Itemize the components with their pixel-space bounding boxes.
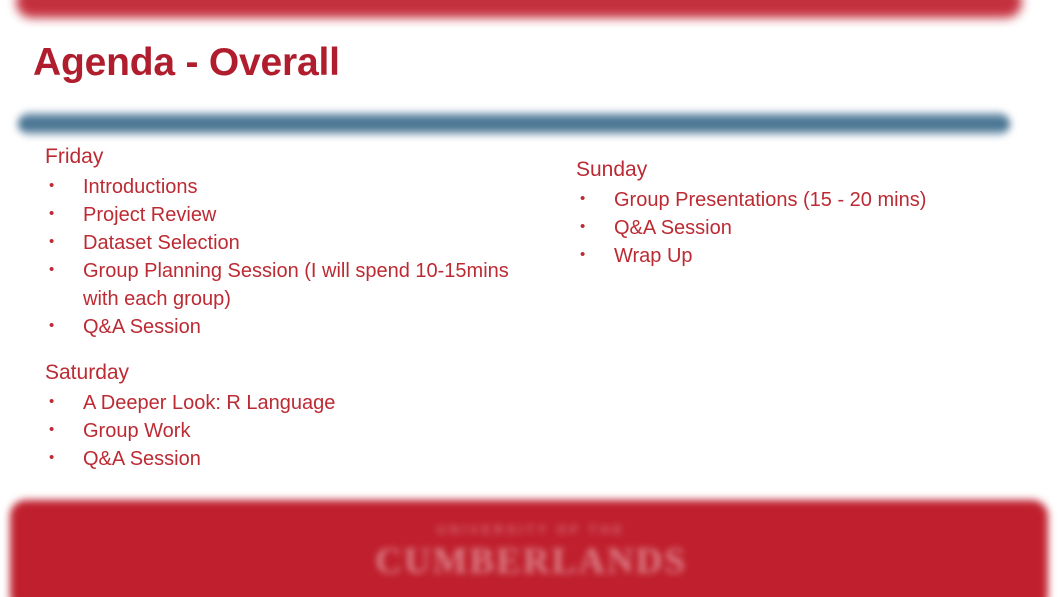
agenda-list-friday: Introductions Project Review Dataset Sel…	[45, 172, 515, 341]
list-item: Group Presentations (15 - 20 mins)	[576, 185, 1016, 214]
agenda-list-sunday: Group Presentations (15 - 20 mins) Q&A S…	[576, 185, 1016, 270]
title-divider-bar	[18, 113, 1010, 135]
list-item: Group Planning Session (I will spend 10-…	[45, 256, 515, 313]
list-item: Introductions	[45, 172, 515, 201]
footer-band	[10, 500, 1048, 597]
slide-canvas: Agenda - Overall Friday Introductions Pr…	[0, 0, 1062, 597]
list-item: Project Review	[45, 200, 515, 229]
page-title: Agenda - Overall	[33, 41, 340, 84]
list-item: Q&A Session	[576, 213, 1016, 242]
list-item: Q&A Session	[45, 312, 515, 341]
list-item: Wrap Up	[576, 241, 1016, 270]
list-item: Dataset Selection	[45, 228, 515, 257]
list-item: A Deeper Look: R Language	[45, 388, 515, 417]
list-item: Q&A Session	[45, 444, 515, 473]
agenda-column-left: Friday Introductions Project Review Data…	[45, 143, 515, 473]
list-item: Group Work	[45, 416, 515, 445]
agenda-column-right: Sunday Group Presentations (15 - 20 mins…	[576, 156, 1016, 270]
section-heading-saturday: Saturday	[45, 361, 130, 384]
agenda-list-saturday: A Deeper Look: R Language Group Work Q&A…	[45, 388, 515, 473]
section-heading-friday: Friday	[45, 145, 104, 168]
section-heading-sunday: Sunday	[576, 158, 648, 181]
top-accent-bar	[16, 0, 1022, 18]
